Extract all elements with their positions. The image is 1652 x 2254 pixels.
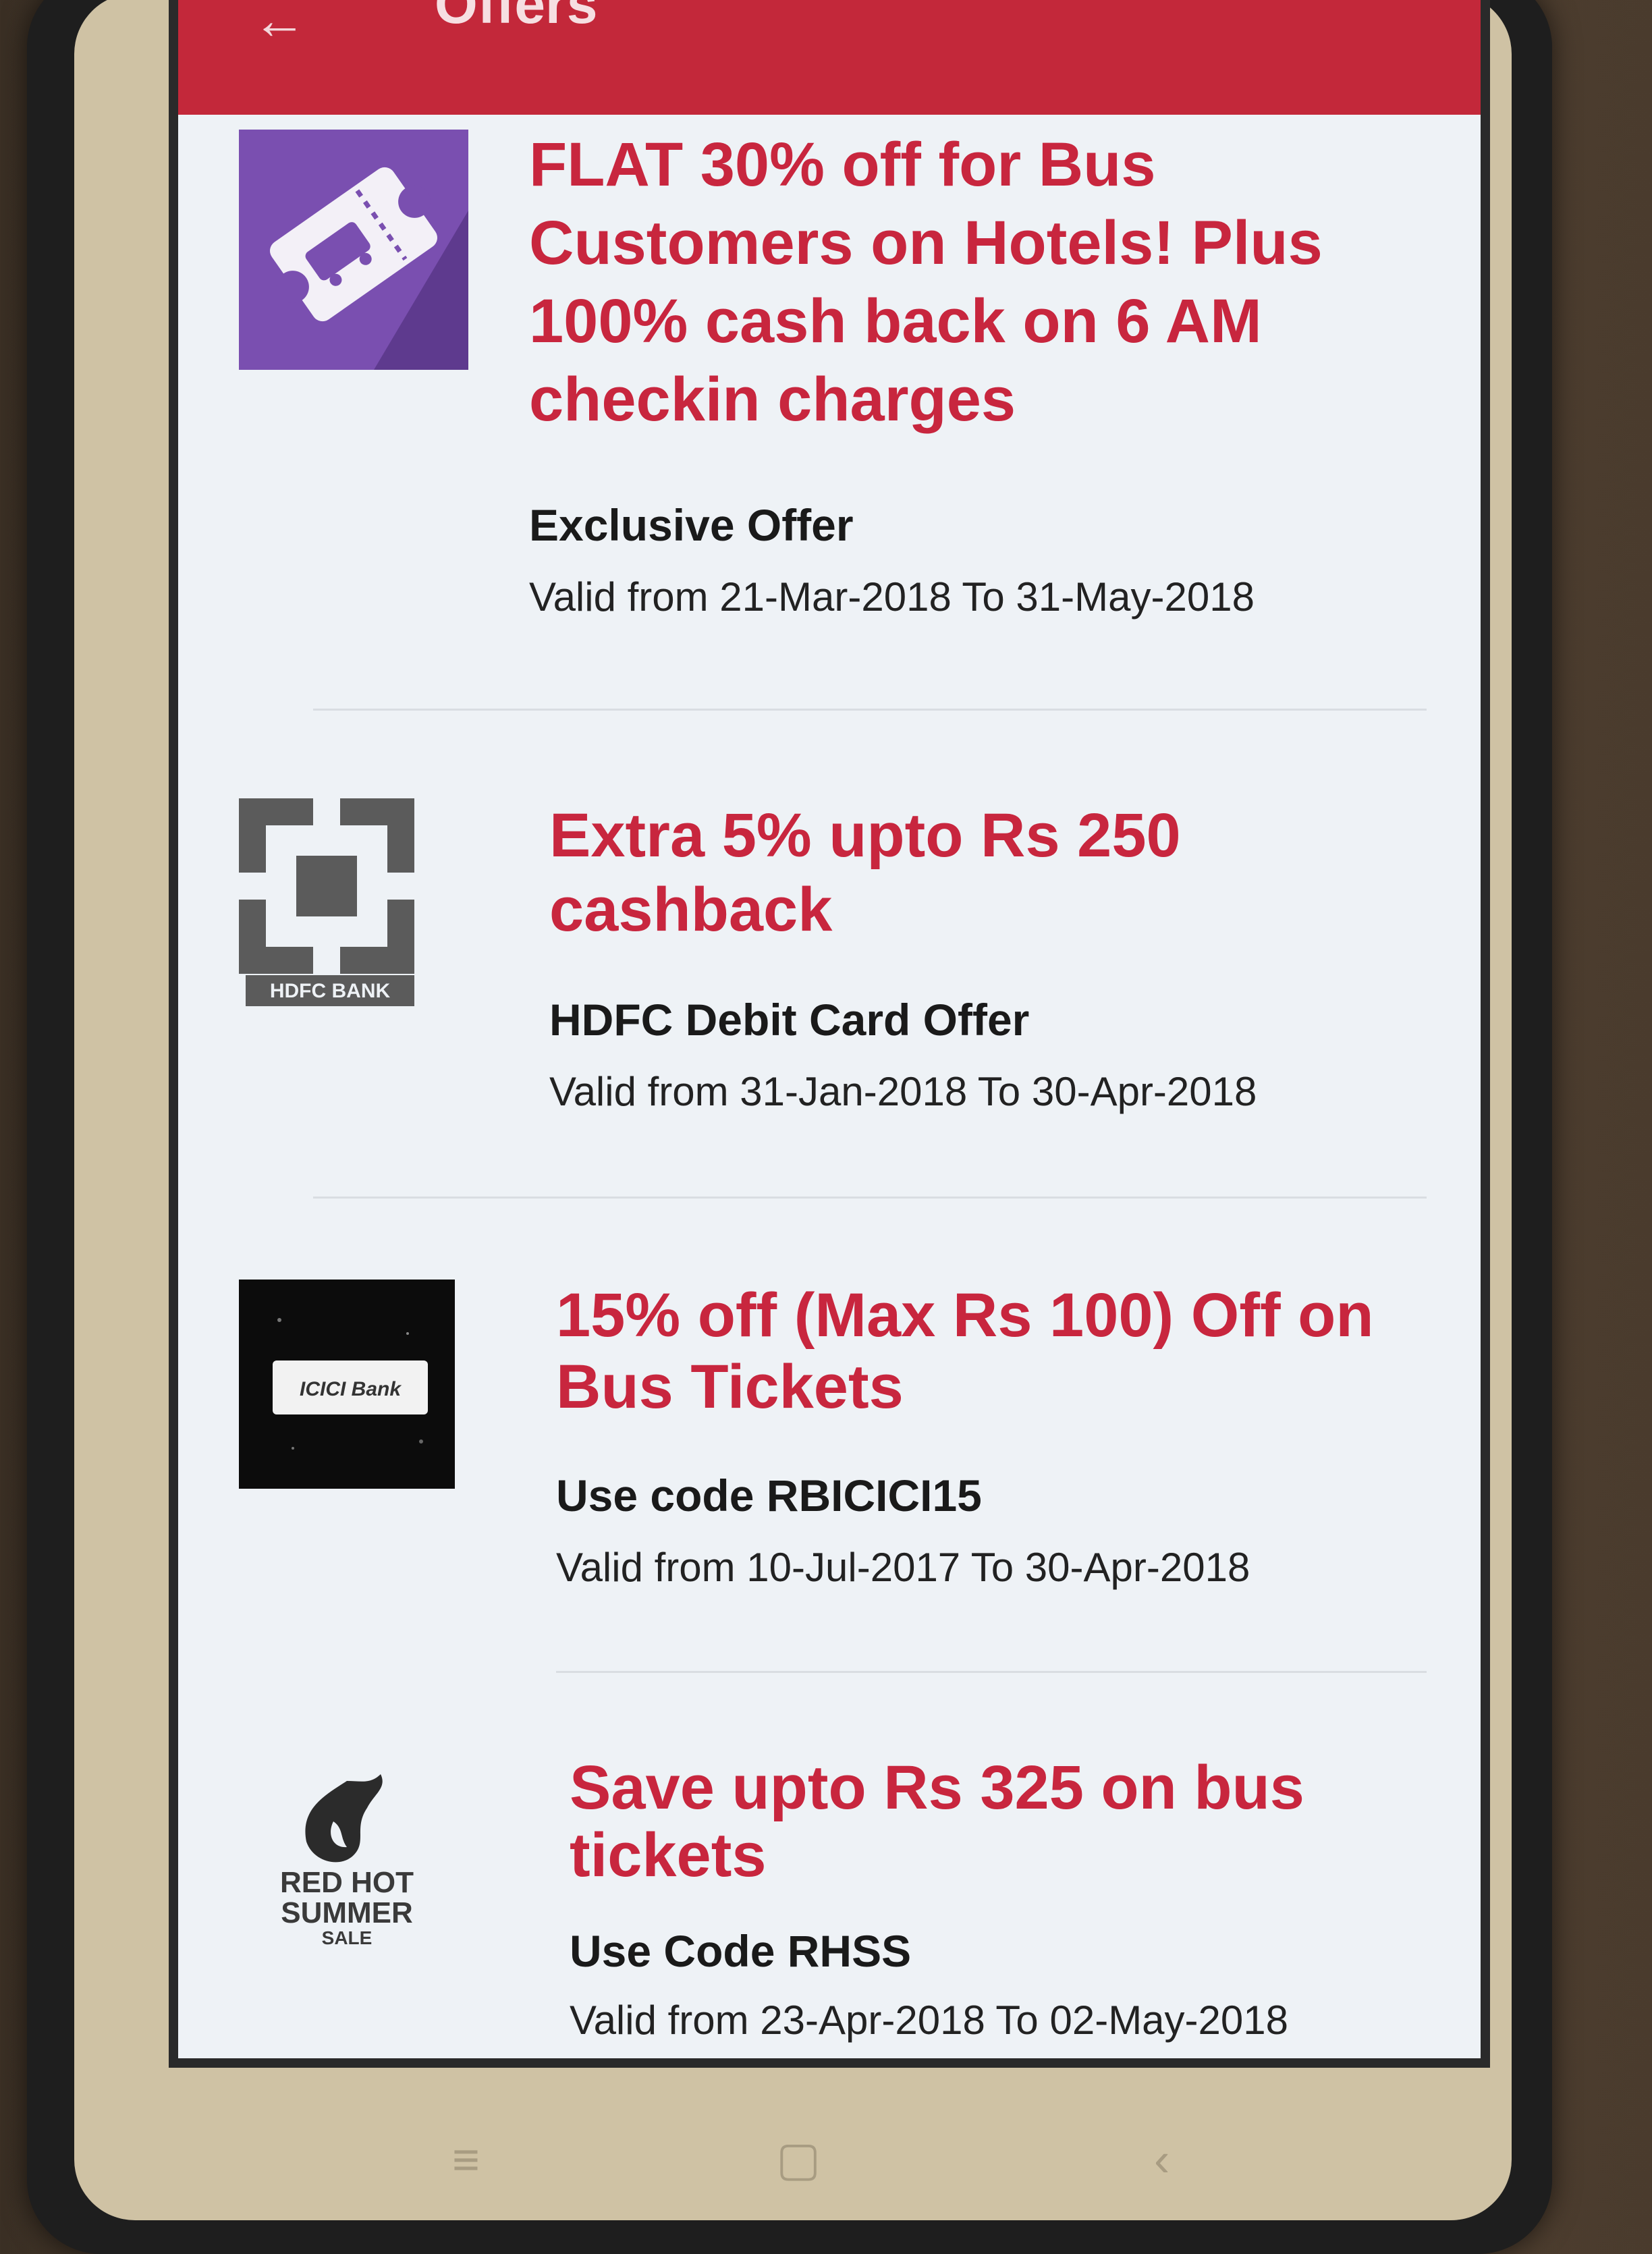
offer-title: 15% off (Max Rs 100) Off on Bus Tickets [556, 1281, 1374, 1421]
offer-subtitle: Exclusive Offer [529, 500, 854, 550]
offer-subtitle: HDFC Debit Card Offer [549, 995, 1030, 1045]
phone-bezel: ← Offers FLAT 30% off for Bus Customers … [74, 0, 1512, 2220]
phone-frame: ← Offers FLAT 30% off for Bus Customers … [27, 0, 1552, 2254]
offer-item[interactable]: FLAT 30% off for Bus Customers on Hotels… [178, 115, 1481, 709]
offer-title: Save upto Rs 325 on bus tickets [570, 1753, 1304, 1890]
rhs-logo-line1: RED HOT [280, 1866, 414, 1899]
offer-validity: Valid from 21-Mar-2018 To 31-May-2018 [529, 574, 1255, 620]
system-nav-bar: ≡ ▢ ‹ [74, 2126, 1512, 2207]
hdfc-logo-text: HDFC BANK [270, 980, 391, 1002]
screen: ← Offers FLAT 30% off for Bus Customers … [169, 0, 1490, 2068]
hdfc-bank-logo: HDFC BANK [239, 798, 414, 1008]
offer-validity: Valid from 31-Jan-2018 To 30-Apr-2018 [549, 1069, 1257, 1114]
icici-logo-text: ICICI Bank [300, 1378, 402, 1400]
app-bar: ← Offers [178, 0, 1481, 115]
offer-validity: Valid from 10-Jul-2017 To 30-Apr-2018 [556, 1545, 1250, 1590]
offer-subtitle: Use code RBICICI15 [556, 1470, 982, 1520]
menu-icon[interactable]: ≡ [452, 2133, 480, 2187]
offer-title: FLAT 30% off for Bus Customers on Hotels… [529, 130, 1323, 434]
icici-bank-logo: ICICI Bank [239, 1280, 455, 1489]
back-nav-icon[interactable]: ‹ [1154, 2133, 1169, 2187]
red-hot-summer-sale-logo: RED HOT SUMMER SALE [252, 1754, 441, 1950]
page-title: Offers [435, 0, 598, 35]
home-icon[interactable]: ▢ [776, 2131, 821, 2187]
offer-item[interactable]: RED HOT SUMMER SALE Save upto Rs 325 on … [178, 1673, 1481, 2058]
offer-title: Extra 5% upto Rs 250 cashback [549, 801, 1181, 944]
bus-ticket-icon [239, 130, 468, 370]
arrow-left-icon[interactable]: ← [252, 0, 306, 47]
offer-item[interactable]: HDFC BANK Extra 5% upto Rs 250 cashback … [178, 711, 1481, 1197]
rhs-logo-line3: SALE [322, 1927, 373, 1948]
rhs-logo-line2: SUMMER [281, 1896, 413, 1929]
offer-validity: Valid from 23-Apr-2018 To 02-May-2018 [570, 1998, 1288, 2043]
offer-item[interactable]: ICICI Bank 15% off (Max Rs 100) Off on B… [178, 1199, 1481, 1671]
offer-subtitle: Use Code RHSS [570, 1926, 912, 1976]
offers-list: FLAT 30% off for Bus Customers on Hotels… [178, 115, 1481, 2058]
